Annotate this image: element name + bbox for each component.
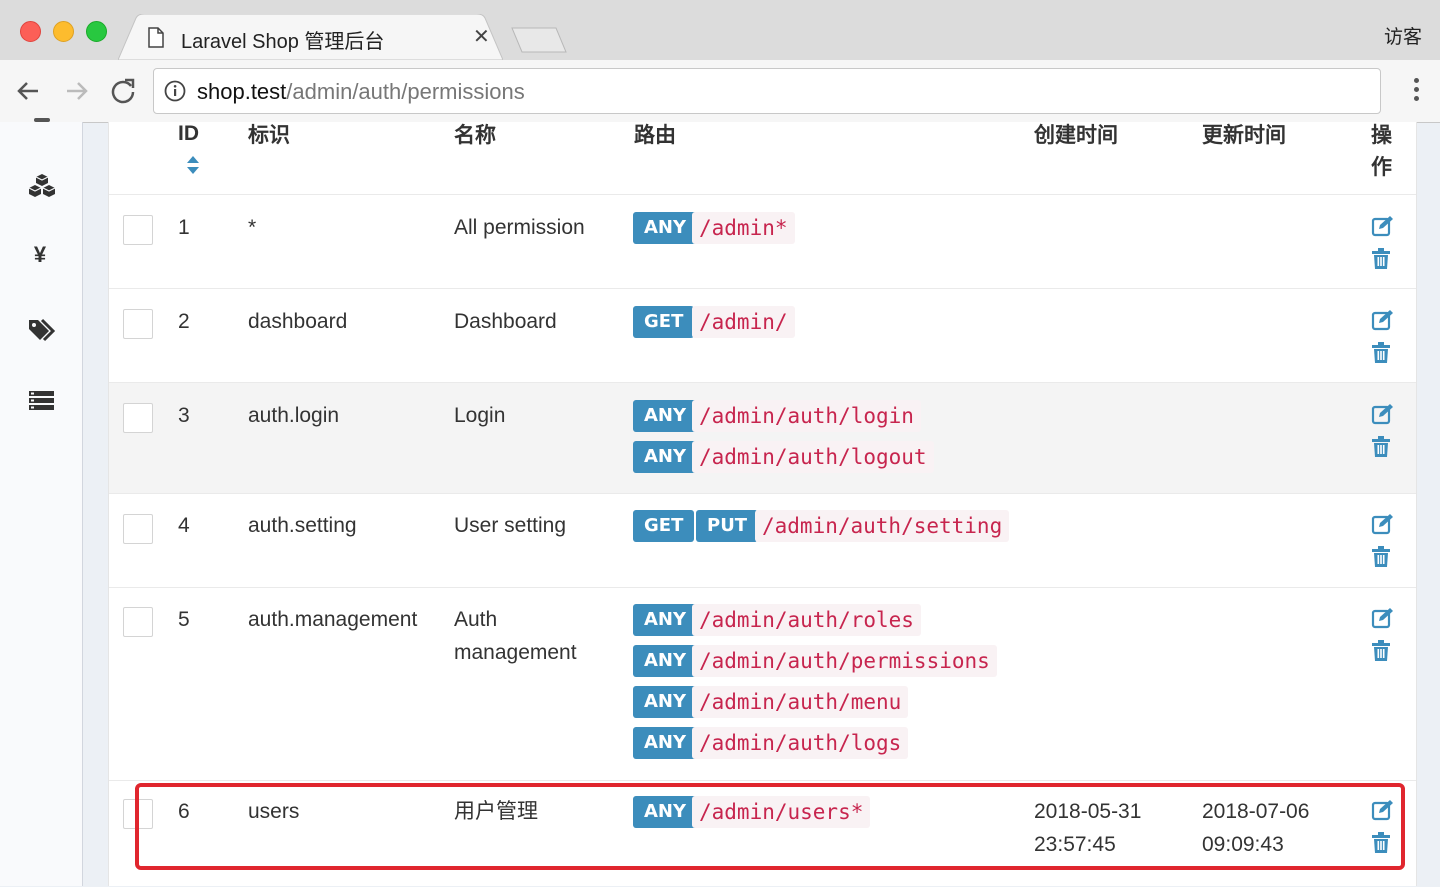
method-badge: GET [633, 306, 695, 338]
tags-icon[interactable] [28, 316, 56, 344]
column-header-updated: 更新时间 [1202, 124, 1286, 147]
cell-id: 2 [178, 310, 190, 333]
tab-title: Laravel Shop 管理后台 [181, 31, 385, 53]
method-badge: PUT [696, 510, 759, 542]
row-checkbox[interactable] [123, 215, 153, 245]
method-badge: ANY [633, 604, 698, 636]
column-header-route: 路由 [634, 124, 676, 147]
cell-slug: * [248, 216, 257, 239]
close-window-button[interactable] [20, 21, 41, 42]
sort-icon[interactable] [186, 155, 200, 175]
column-header-id[interactable]: ID [178, 122, 199, 146]
browser-toolbar: shop.test/admin/auth/permissions [0, 60, 1440, 123]
cell-id: 3 [178, 404, 190, 427]
admin-sidebar: ¥ [0, 118, 83, 886]
method-badge: ANY [633, 212, 698, 244]
edit-icon[interactable] [1371, 513, 1395, 535]
edit-icon[interactable] [1371, 215, 1395, 237]
cell-slug: auth.setting [248, 514, 357, 537]
column-header-action: 操 [1371, 124, 1392, 147]
trash-icon[interactable] [1371, 640, 1391, 662]
browser-tab-bar: Laravel Shop 管理后台 ✕ 访客 [0, 0, 1440, 60]
method-badge: ANY [633, 400, 698, 432]
row-checkbox[interactable] [123, 309, 153, 339]
table-row: 3 auth.login Login ANY /admin/auth/login… [109, 382, 1416, 493]
cell-name: Dashboard [454, 310, 557, 333]
row-checkbox[interactable] [123, 514, 153, 544]
cell-name: User setting [454, 514, 567, 537]
back-arrow-icon[interactable] [14, 76, 44, 106]
cell-id: 4 [178, 514, 190, 537]
reload-icon[interactable] [108, 76, 138, 106]
method-badge: ANY [633, 441, 698, 473]
route-path: /admin* [692, 212, 795, 244]
route-path: /admin/auth/menu [692, 686, 909, 718]
cell-name: Login [454, 404, 506, 427]
url-host: shop.test [197, 79, 287, 104]
address-bar[interactable]: shop.test/admin/auth/permissions [153, 68, 1381, 114]
yen-icon[interactable]: ¥ [26, 242, 54, 270]
browser-menu-icon[interactable] [1414, 78, 1420, 105]
column-header-name: 名称 [454, 124, 496, 147]
cell-id: 5 [178, 608, 190, 631]
column-header-action-2: 作 [1371, 156, 1392, 179]
url-text[interactable]: shop.test/admin/auth/permissions [197, 79, 525, 105]
table-row: 5 auth.management Auth management ANY /a… [109, 587, 1416, 780]
close-tab-icon[interactable]: ✕ [473, 26, 490, 48]
new-tab-button[interactable] [510, 26, 568, 54]
row-checkbox[interactable] [123, 607, 153, 637]
trash-icon[interactable] [1371, 248, 1391, 270]
method-badge: GET [633, 510, 695, 542]
route-path: /admin/auth/logout [692, 441, 934, 473]
cell-name: Auth [454, 608, 498, 631]
route-path: /admin/auth/setting [755, 510, 1010, 542]
column-header-slug: 标识 [248, 124, 290, 147]
info-icon[interactable] [164, 80, 186, 102]
forward-arrow-icon[interactable] [61, 76, 91, 106]
cell-slug: auth.login [248, 404, 340, 427]
route-path: /admin/ [692, 306, 795, 338]
edit-icon[interactable] [1371, 607, 1395, 629]
maximize-window-button[interactable] [86, 21, 107, 42]
cubes-icon[interactable] [28, 172, 56, 200]
minimize-window-button[interactable] [53, 21, 74, 42]
route-path: /admin/auth/permissions [692, 645, 997, 677]
row-highlight-annotation [135, 783, 1405, 870]
sidebar-partial-icon [34, 118, 50, 122]
route-path: /admin/auth/logs [692, 727, 909, 759]
trash-icon[interactable] [1371, 342, 1391, 364]
table-row: 1 * All permission ANY /admin* [109, 194, 1416, 288]
route-path: /admin/auth/login [692, 400, 921, 432]
column-header-created: 创建时间 [1034, 124, 1118, 147]
list-icon[interactable] [28, 387, 56, 415]
method-badge: ANY [633, 727, 698, 759]
cell-id: 1 [178, 216, 190, 239]
url-path: /admin/auth/permissions [286, 79, 525, 104]
method-badge: ANY [633, 645, 698, 677]
edit-icon[interactable] [1371, 403, 1395, 425]
method-badge: ANY [633, 686, 698, 718]
table-row: 2 dashboard Dashboard GET /admin/ [109, 288, 1416, 382]
document-icon [148, 27, 164, 48]
cell-name: All permission [454, 216, 585, 239]
edit-icon[interactable] [1371, 309, 1395, 331]
cell-slug: dashboard [248, 310, 348, 333]
trash-icon[interactable] [1371, 546, 1391, 568]
trash-icon[interactable] [1371, 436, 1391, 458]
cell-slug: auth.management [248, 608, 418, 631]
profile-label[interactable]: 访客 [1384, 22, 1422, 49]
table-row: 4 auth.setting User setting GET PUT /adm… [109, 493, 1416, 587]
permissions-table: ID 标识 名称 路由 创建时间 更新时间 操 作 1 * All permis… [108, 122, 1417, 886]
cell-name-line-2: management [454, 641, 577, 664]
row-checkbox[interactable] [123, 403, 153, 433]
route-path: /admin/auth/roles [692, 604, 921, 636]
